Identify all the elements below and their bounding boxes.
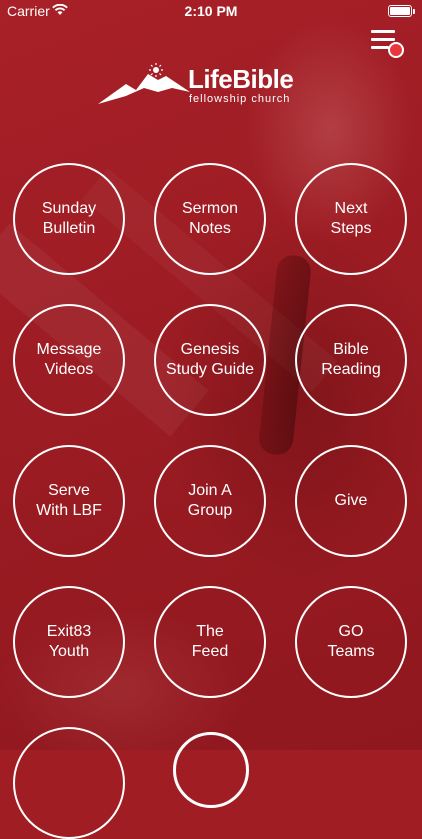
button-label-line1: Join A	[188, 482, 232, 499]
button-label-line1: Serve	[48, 482, 90, 499]
bible-reading-button[interactable]: Bible Reading	[295, 304, 407, 416]
button-label-line1: Next	[334, 200, 368, 217]
grid-item-partial[interactable]	[13, 727, 125, 839]
status-bar: Carrier 2:10 PM	[0, 0, 422, 22]
button-label-line1: Sunday	[41, 200, 97, 217]
button-label-line2: Videos	[44, 361, 94, 378]
button-label-line2: Steps	[330, 220, 372, 237]
button-label-line2: Teams	[327, 643, 375, 660]
button-label-line2: Notes	[189, 220, 231, 237]
serve-with-lbf-button[interactable]: Serve With LBF	[13, 445, 125, 557]
logo-subtitle: fellowship church	[189, 93, 291, 105]
button-label-line2: Study Guide	[165, 361, 255, 378]
menu-button[interactable]	[368, 28, 404, 58]
the-feed-button[interactable]: The Feed	[154, 586, 266, 698]
button-label-line1: Sermon	[181, 200, 239, 217]
genesis-study-guide-button[interactable]: Genesis Study Guide	[154, 304, 266, 416]
church-logo: LifeBible fellowship church	[96, 62, 296, 106]
button-label-line2: Reading	[321, 361, 381, 378]
logo-mountain-icon	[98, 63, 190, 104]
sunday-bulletin-button[interactable]: Sunday Bulletin	[13, 163, 125, 275]
notification-dot	[388, 42, 404, 58]
button-label-line1: Genesis	[180, 341, 240, 358]
next-steps-button[interactable]: Next Steps	[295, 163, 407, 275]
button-label-line2: Bulletin	[42, 220, 96, 237]
logo-title: LifeBible	[188, 64, 294, 94]
exit83-youth-button[interactable]: Exit83 Youth	[13, 586, 125, 698]
button-label-line2: With LBF	[36, 502, 102, 519]
button-label-line1: The	[196, 623, 224, 640]
battery-icon	[388, 5, 415, 17]
message-videos-button[interactable]: Message Videos	[13, 304, 125, 416]
go-teams-button[interactable]: GO Teams	[295, 586, 407, 698]
menu-icon	[371, 30, 395, 33]
give-button[interactable]: Give	[295, 445, 407, 557]
join-a-group-button[interactable]: Join A Group	[154, 445, 266, 557]
button-label-line1: Exit83	[46, 623, 92, 640]
button-label-line1: Give	[334, 492, 368, 509]
button-label-line1: Bible	[333, 341, 369, 358]
button-label-line2: Group	[187, 502, 233, 519]
button-label-line1: GO	[338, 623, 364, 640]
button-label-line1: Message	[36, 341, 102, 358]
menu-icon	[371, 38, 395, 41]
button-label-line2: Youth	[48, 643, 90, 660]
button-label-line2: Feed	[191, 643, 229, 660]
sermon-notes-button[interactable]: Sermon Notes	[154, 163, 266, 275]
grid-item-partial[interactable]	[173, 732, 249, 808]
menu-icon	[371, 46, 389, 49]
status-time: 2:10 PM	[184, 3, 238, 19]
